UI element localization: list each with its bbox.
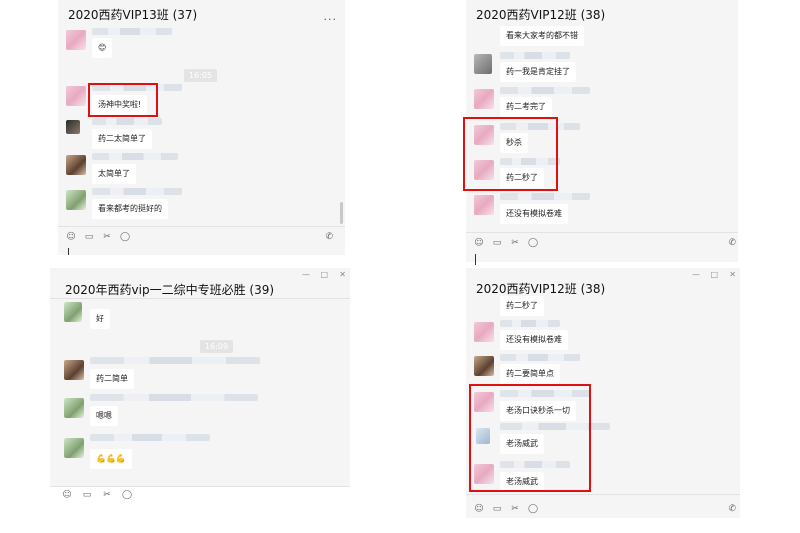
message-bubble: 😊 <box>92 38 113 58</box>
message-bubble: 还没有模拟卷难 <box>500 330 568 350</box>
divider <box>50 298 350 299</box>
minimize-button[interactable]: — <box>692 270 700 279</box>
scissors-icon[interactable]: ✂ <box>102 232 112 242</box>
chat-icon[interactable]: ◯ <box>120 232 130 242</box>
chat-title: 2020西药VIP12班 (38) <box>476 8 606 22</box>
sender-name-blurred <box>90 394 258 401</box>
folder-icon[interactable]: ▭ <box>492 504 502 514</box>
message-bubble: 太简单了 <box>92 164 136 184</box>
message-bubble: 药二太简单了 <box>92 129 152 149</box>
folder-icon[interactable]: ▭ <box>84 232 94 242</box>
timestamp: 16:09 <box>200 340 234 353</box>
folder-icon[interactable]: ▭ <box>492 238 502 248</box>
message-list[interactable]: 好 16:09 药二简单 嗯嗯 <box>50 300 350 458</box>
message-bubble: 看来大家考的都不错 <box>500 26 584 46</box>
maximize-button[interactable]: □ <box>320 270 328 279</box>
text-cursor <box>68 248 69 255</box>
divider <box>50 486 350 487</box>
message-bubble: 药二考完了 <box>500 97 552 117</box>
divider <box>58 226 345 227</box>
avatar[interactable] <box>474 54 492 74</box>
chat-window-vip13: 2020西药VIP13班 (37) ... 😊 16:05 汤神中奖啦! 药二太… <box>58 0 345 255</box>
minimize-button[interactable]: — <box>302 270 310 279</box>
message-bubble: 药二要简单点 <box>500 364 560 384</box>
avatar[interactable] <box>64 360 84 380</box>
sender-name-blurred <box>500 354 580 361</box>
message-bubble: 还没有模拟卷难 <box>500 204 568 224</box>
message-bubble: 嗯嗯 <box>90 406 118 426</box>
sender-name-blurred <box>92 28 172 35</box>
message-bubble: 好 <box>90 309 110 329</box>
input-toolbar: ☺ ▭ ✂ ◯ <box>62 490 132 500</box>
avatar[interactable] <box>64 302 82 322</box>
message-bubble: 药二秒了 <box>500 296 544 316</box>
phone-icon[interactable]: ✆ <box>728 238 736 248</box>
phone-icon[interactable]: ✆ <box>325 232 333 242</box>
phone-icon[interactable]: ✆ <box>728 504 736 514</box>
scissors-icon[interactable]: ✂ <box>510 504 520 514</box>
message-bubble: 药一我是肯定挂了 <box>500 62 576 82</box>
scrollbar[interactable] <box>340 202 343 224</box>
input-toolbar: ☺ ▭ ✂ ◯ <box>66 232 130 242</box>
emoji-icon[interactable]: ☺ <box>474 238 484 248</box>
avatar[interactable] <box>474 322 494 342</box>
input-toolbar: ☺ ▭ ✂ ◯ <box>474 504 538 514</box>
input-toolbar: ☺ ▭ ✂ ◯ <box>474 238 538 248</box>
avatar[interactable] <box>474 356 494 376</box>
highlight-box <box>469 384 591 492</box>
message-bubble: 药二简单 <box>90 369 134 389</box>
sender-name-blurred <box>90 357 260 364</box>
avatar[interactable] <box>64 398 84 418</box>
message-bubble: 看来都考的挺好的 <box>92 199 168 219</box>
avatar[interactable] <box>66 155 86 175</box>
scissors-icon[interactable]: ✂ <box>102 490 112 500</box>
emoji-icon[interactable]: ☺ <box>474 504 484 514</box>
sender-name-blurred <box>92 153 178 160</box>
chat-title: 2020年西药vip一二综中专班必胜 (39) <box>65 283 275 297</box>
sender-name-blurred <box>500 193 590 200</box>
chat-icon[interactable]: ◯ <box>122 490 132 500</box>
message-list[interactable]: 😊 16:05 汤神中奖啦! 药二太简单了 太简单了 看来都考的挺好的 <box>58 24 345 224</box>
avatar[interactable] <box>66 190 86 210</box>
avatar[interactable] <box>474 89 494 109</box>
scissors-icon[interactable]: ✂ <box>510 238 520 248</box>
close-button[interactable]: ✕ <box>729 270 736 279</box>
avatar[interactable] <box>66 86 86 106</box>
avatar[interactable] <box>66 30 86 50</box>
divider <box>466 232 738 233</box>
divider <box>466 494 740 495</box>
avatar[interactable] <box>474 195 494 215</box>
highlight-box <box>463 117 558 191</box>
more-menu-icon[interactable]: ... <box>324 10 338 23</box>
emoji-icon[interactable]: ☺ <box>66 232 76 242</box>
maximize-button[interactable]: □ <box>710 270 718 279</box>
sender-name-blurred <box>92 118 162 125</box>
sender-name-blurred <box>500 320 560 327</box>
sender-name-blurred <box>92 188 182 195</box>
sender-name-blurred <box>500 87 590 94</box>
sender-name-blurred <box>90 434 210 441</box>
message-bubble: 💪💪💪 <box>90 449 132 469</box>
chat-title: 2020西药VIP13班 (37) <box>68 8 198 22</box>
close-button[interactable]: ✕ <box>339 270 346 279</box>
folder-icon[interactable]: ▭ <box>82 490 92 500</box>
sender-name-blurred <box>500 52 570 59</box>
chat-icon[interactable]: ◯ <box>528 238 538 248</box>
avatar[interactable] <box>64 438 84 458</box>
avatar[interactable] <box>66 120 80 134</box>
text-cursor <box>475 254 476 265</box>
timestamp: 16:05 <box>184 69 218 82</box>
chat-window-vip-combined: — □ ✕ 2020年西药vip一二综中专班必胜 (39) 好 16:09 药二… <box>50 268 350 486</box>
chat-icon[interactable]: ◯ <box>528 504 538 514</box>
highlight-box <box>88 83 158 117</box>
emoji-icon[interactable]: ☺ <box>62 490 72 500</box>
